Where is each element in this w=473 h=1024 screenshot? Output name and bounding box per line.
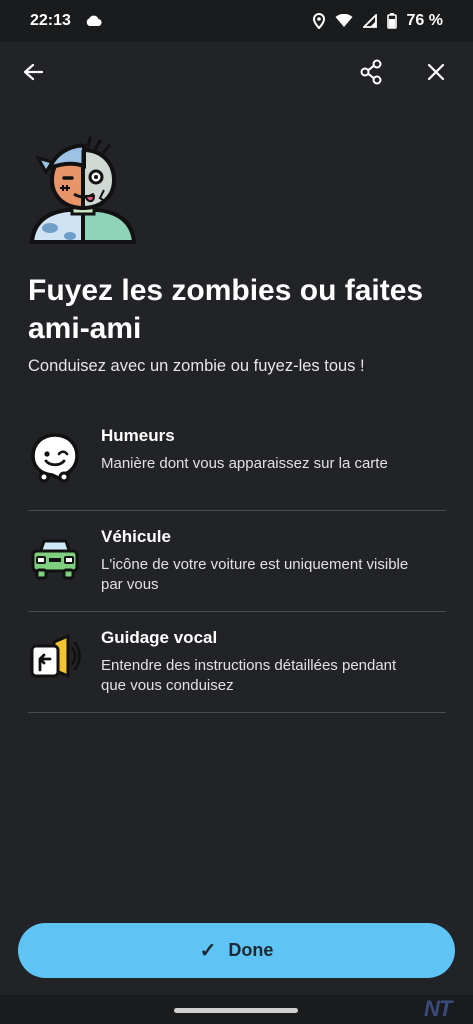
feature-list: Humeurs Manière dont vous apparaissez su… — [28, 410, 446, 713]
location-icon — [312, 13, 325, 29]
done-button[interactable]: ✓ Done — [18, 923, 455, 978]
feature-title: Humeurs — [101, 426, 175, 445]
close-button[interactable] — [418, 56, 454, 92]
feature-voice-guidance[interactable]: Guidage vocal Entendre des instructions … — [28, 612, 446, 713]
screen: 22:13 76 % Fuyez les zombies ou faites a… — [0, 0, 473, 1024]
status-left: 22:13 — [30, 12, 103, 30]
wifi-icon — [335, 14, 353, 28]
watermark-logo: NT — [424, 996, 452, 1021]
zombie-avatar-icon — [28, 132, 138, 247]
feature-description: Entendre des instructions détaillées pen… — [101, 657, 397, 694]
battery-percent: 76 % — [406, 12, 443, 29]
voice-guidance-icon — [28, 632, 82, 686]
status-time: 22:13 — [30, 12, 71, 29]
feature-moods[interactable]: Humeurs Manière dont vous apparaissez su… — [28, 410, 446, 511]
feature-vehicle[interactable]: Véhicule L'icône de votre voiture est un… — [28, 511, 446, 612]
feature-description: Manière dont vous apparaissez sur la car… — [101, 455, 388, 472]
gesture-handle[interactable] — [174, 1008, 298, 1013]
feature-title: Guidage vocal — [101, 628, 218, 647]
close-icon — [427, 63, 445, 86]
page-subtitle: Conduisez avec un zombie ou fuyez-les to… — [28, 357, 365, 375]
top-nav — [0, 50, 473, 100]
feature-description: L'icône de votre voiture est uniquement … — [101, 556, 409, 593]
signal-icon — [362, 14, 377, 28]
page-title: Fuyez les zombies ou faites ami-ami — [28, 274, 424, 345]
done-button-label: Done — [228, 940, 274, 960]
back-button[interactable] — [15, 56, 51, 92]
status-right: 76 % — [312, 12, 443, 30]
status-bar: 22:13 76 % — [0, 0, 473, 42]
battery-icon — [386, 13, 397, 29]
waze-mood-icon — [28, 430, 82, 484]
share-button[interactable] — [353, 56, 389, 92]
feature-title: Véhicule — [101, 527, 171, 546]
car-icon — [28, 531, 82, 585]
share-icon — [359, 59, 383, 90]
cloud-icon — [85, 15, 103, 27]
check-icon: ✓ — [199, 940, 217, 962]
back-arrow-icon — [23, 63, 44, 86]
